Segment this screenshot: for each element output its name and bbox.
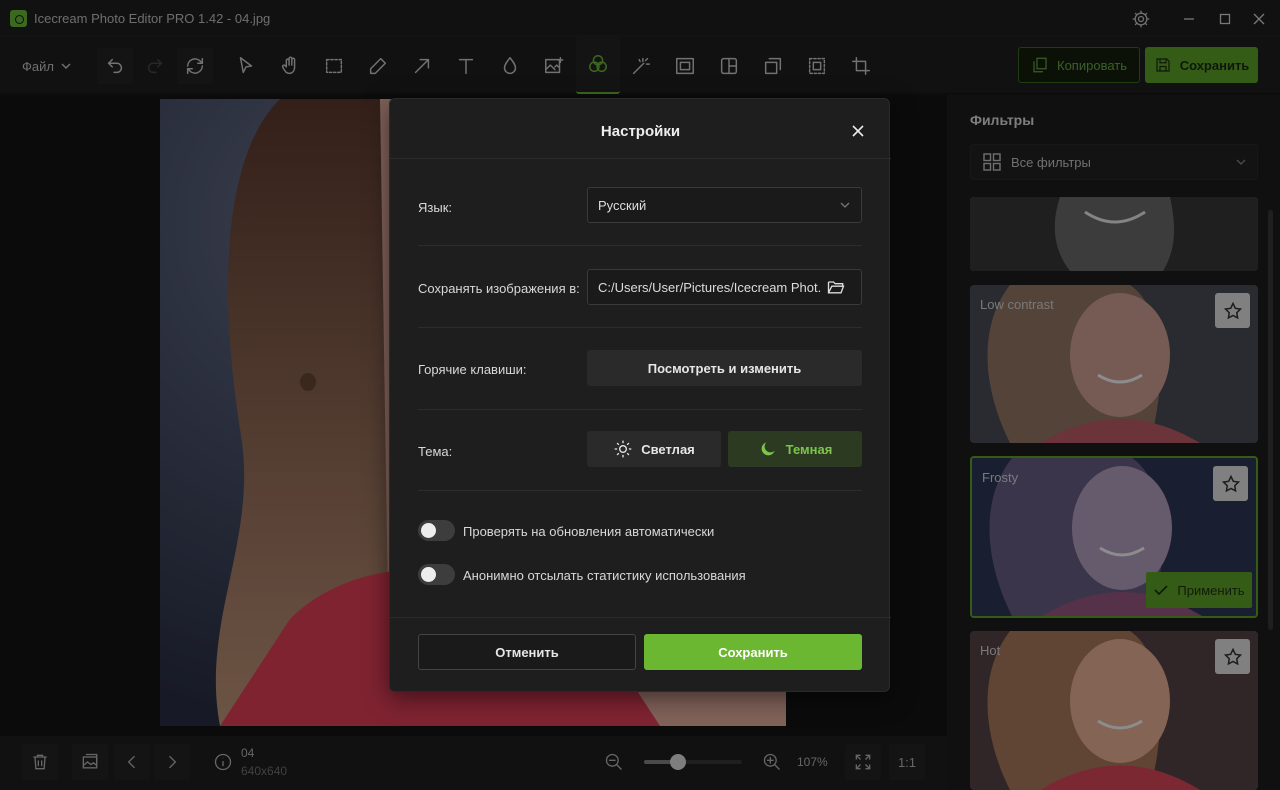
divider xyxy=(418,245,862,246)
stats-toggle[interactable] xyxy=(418,564,455,585)
folder-icon[interactable] xyxy=(826,277,846,297)
divider xyxy=(390,617,891,618)
language-select[interactable]: Русский xyxy=(587,187,862,223)
language-value: Русский xyxy=(598,197,647,213)
save-path-value: C:/Users/User/Pictures/Icecream Phot... xyxy=(598,279,820,295)
theme-light-label: Светлая xyxy=(641,441,695,457)
theme-dark-button[interactable]: Темная xyxy=(728,431,862,467)
hotkeys-button[interactable]: Посмотреть и изменить xyxy=(587,350,862,386)
moon-icon xyxy=(761,442,775,456)
divider xyxy=(418,327,862,328)
theme-light-button[interactable]: Светлая xyxy=(587,431,721,467)
language-label: Язык: xyxy=(418,200,452,215)
theme-dark-label: Темная xyxy=(785,441,833,457)
stats-label: Анонимно отсылать статистику использован… xyxy=(463,568,746,583)
divider xyxy=(418,409,862,410)
close-icon[interactable] xyxy=(848,121,868,141)
auto-update-label: Проверять на обновления автоматически xyxy=(463,524,715,539)
theme-label: Тема: xyxy=(418,444,453,459)
cancel-button[interactable]: Отменить xyxy=(418,634,636,670)
save-path-field[interactable]: C:/Users/User/Pictures/Icecream Phot... xyxy=(587,269,862,305)
settings-dialog: Настройки Язык: Русский Сохранять изобра… xyxy=(389,98,891,692)
sun-icon xyxy=(614,440,632,458)
save-path-label: Сохранять изображения в: xyxy=(418,281,580,296)
hotkeys-label: Горячие клавиши: xyxy=(418,362,527,377)
divider xyxy=(418,490,862,491)
dialog-save-button[interactable]: Сохранить xyxy=(644,634,862,670)
dialog-title: Настройки xyxy=(600,123,681,140)
divider xyxy=(390,158,891,159)
chevron-down-icon xyxy=(840,202,850,208)
auto-update-toggle[interactable] xyxy=(418,520,455,541)
